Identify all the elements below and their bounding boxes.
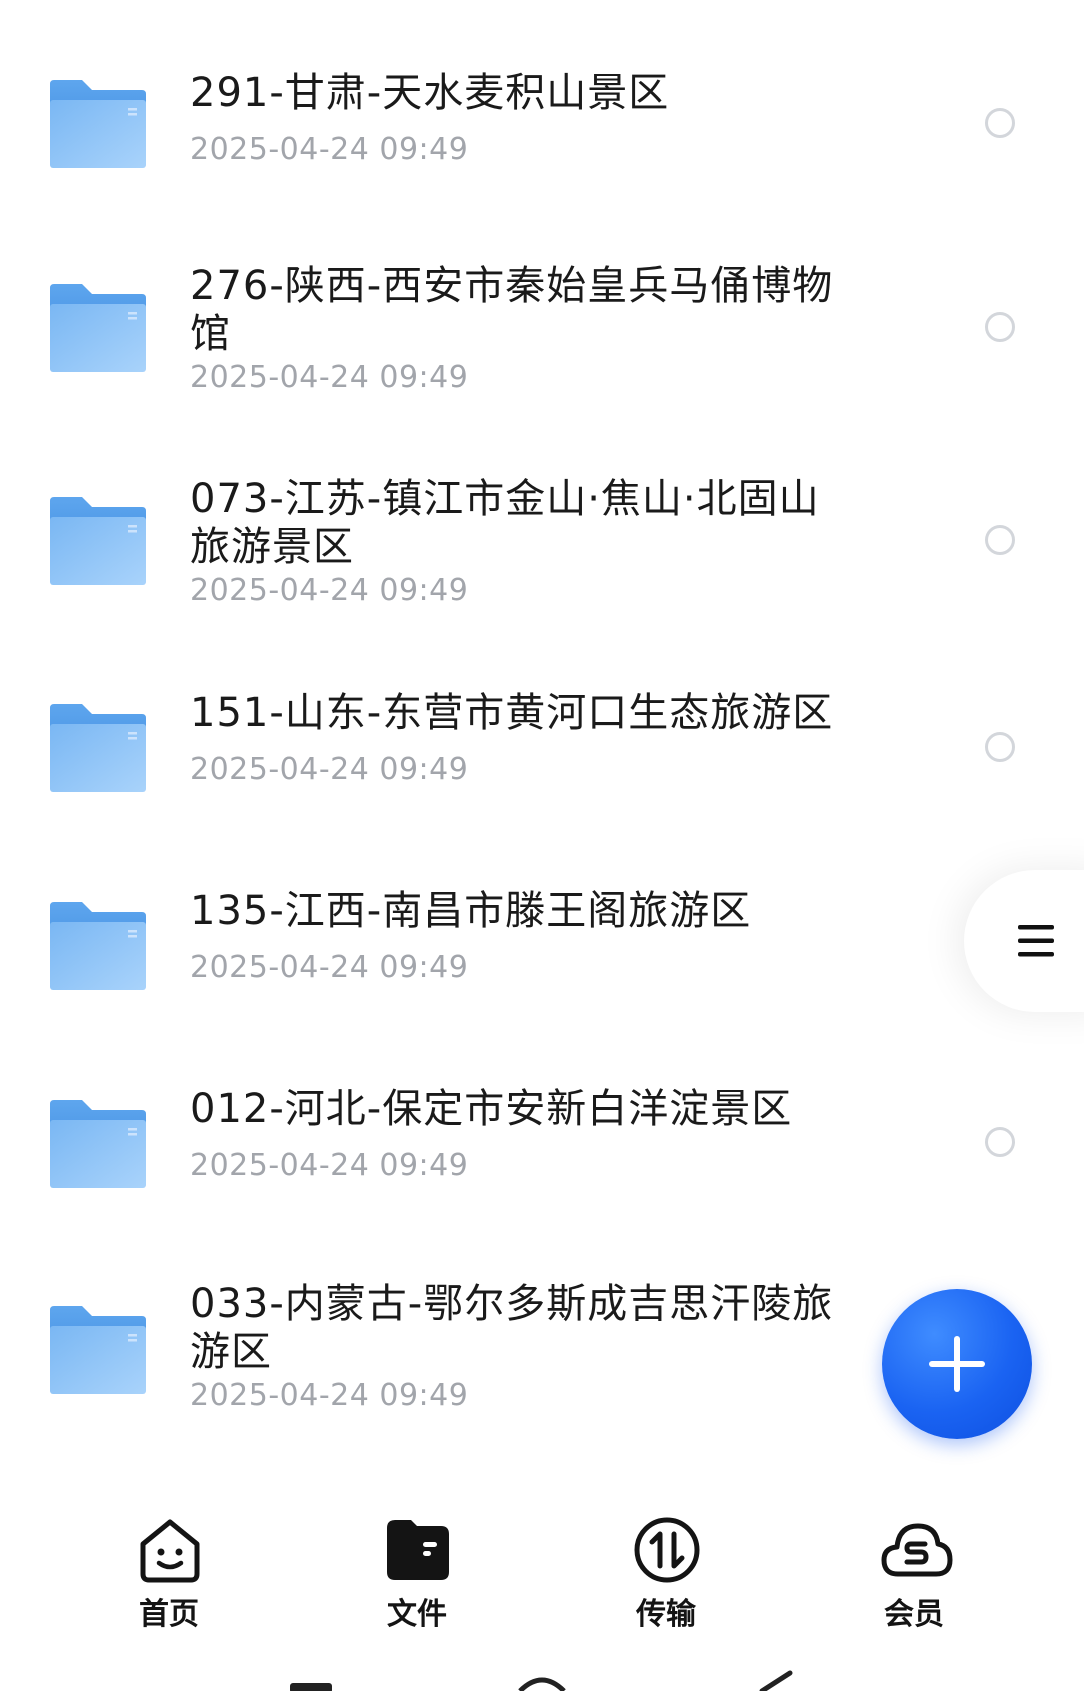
list-item[interactable]: 151-山东-东营市黄河口生态旅游区 2025-04-24 09:49 bbox=[0, 680, 1084, 830]
folder-icon bbox=[48, 78, 148, 170]
list-item[interactable]: 291-甘肃-天水麦积山景区 2025-04-24 09:49 bbox=[0, 60, 1084, 210]
file-name: 276-陕西-西安市秦始皇兵马俑博物馆 bbox=[190, 263, 834, 357]
file-date: 2025-04-24 09:49 bbox=[190, 573, 469, 608]
file-name: 012-河北-保定市安新白洋淀景区 bbox=[190, 1086, 793, 1132]
file-name: 135-江西-南昌市滕王阁旅游区 bbox=[190, 888, 752, 934]
file-date: 2025-04-24 09:49 bbox=[190, 1148, 469, 1183]
file-date: 2025-04-24 09:49 bbox=[190, 1378, 469, 1413]
folder-icon bbox=[48, 282, 148, 374]
back-icon bbox=[759, 1670, 793, 1691]
menu-icon bbox=[1018, 925, 1054, 957]
system-navigation-bar bbox=[290, 1670, 793, 1691]
transfer-icon bbox=[634, 1517, 700, 1583]
home-circle-icon bbox=[518, 1677, 566, 1691]
select-radio[interactable] bbox=[985, 312, 1015, 342]
folder-icon bbox=[48, 900, 148, 992]
bottom-nav: 首页 文件 传输 会员 bbox=[0, 1500, 1084, 1640]
nav-member-label: 会员 bbox=[884, 1597, 944, 1632]
file-date: 2025-04-24 09:49 bbox=[190, 752, 469, 787]
nav-member[interactable]: 会员 bbox=[844, 1514, 984, 1634]
file-name: 073-江苏-镇江市金山·焦山·北固山旅游景区 bbox=[190, 476, 820, 570]
select-radio[interactable] bbox=[985, 108, 1015, 138]
file-name: 291-甘肃-天水麦积山景区 bbox=[190, 70, 670, 116]
folder-icon bbox=[48, 1098, 148, 1190]
select-radio[interactable] bbox=[985, 732, 1015, 762]
file-date: 2025-04-24 09:49 bbox=[190, 360, 469, 395]
wallet-folder-icon bbox=[387, 1520, 449, 1580]
list-item[interactable]: 073-江苏-镇江市金山·焦山·北固山旅游景区 2025-04-24 09:49 bbox=[0, 475, 1084, 625]
plus-icon bbox=[929, 1336, 985, 1392]
list-item[interactable]: 012-河北-保定市安新白洋淀景区 2025-04-24 09:49 bbox=[0, 1076, 1084, 1226]
member-cloud-icon bbox=[881, 1523, 953, 1577]
nav-home[interactable]: 首页 bbox=[99, 1514, 239, 1634]
select-radio[interactable] bbox=[985, 1127, 1015, 1157]
folder-icon bbox=[48, 495, 148, 587]
home-smile-icon bbox=[140, 1519, 200, 1583]
folder-icon bbox=[48, 1304, 148, 1396]
nav-home-label: 首页 bbox=[139, 1597, 199, 1632]
nav-files-label: 文件 bbox=[387, 1597, 447, 1632]
recents-icon bbox=[290, 1683, 332, 1691]
list-item[interactable]: 276-陕西-西安市秦始皇兵马俑博物馆 2025-04-24 09:49 bbox=[0, 262, 1084, 412]
file-date: 2025-04-24 09:49 bbox=[190, 132, 469, 167]
add-button[interactable] bbox=[882, 1289, 1032, 1439]
nav-transfer-label: 传输 bbox=[636, 1597, 696, 1632]
file-name: 033-内蒙古-鄂尔多斯成吉思汗陵旅游区 bbox=[190, 1281, 834, 1375]
folder-icon bbox=[48, 702, 148, 794]
list-item[interactable]: 135-江西-南昌市滕王阁旅游区 2025-04-24 09:49 bbox=[0, 878, 1084, 1028]
nav-transfer[interactable]: 传输 bbox=[596, 1514, 736, 1634]
file-date: 2025-04-24 09:49 bbox=[190, 950, 469, 985]
nav-files[interactable]: 文件 bbox=[347, 1514, 487, 1634]
select-radio[interactable] bbox=[985, 525, 1015, 555]
file-name: 151-山东-东营市黄河口生态旅游区 bbox=[190, 690, 834, 736]
